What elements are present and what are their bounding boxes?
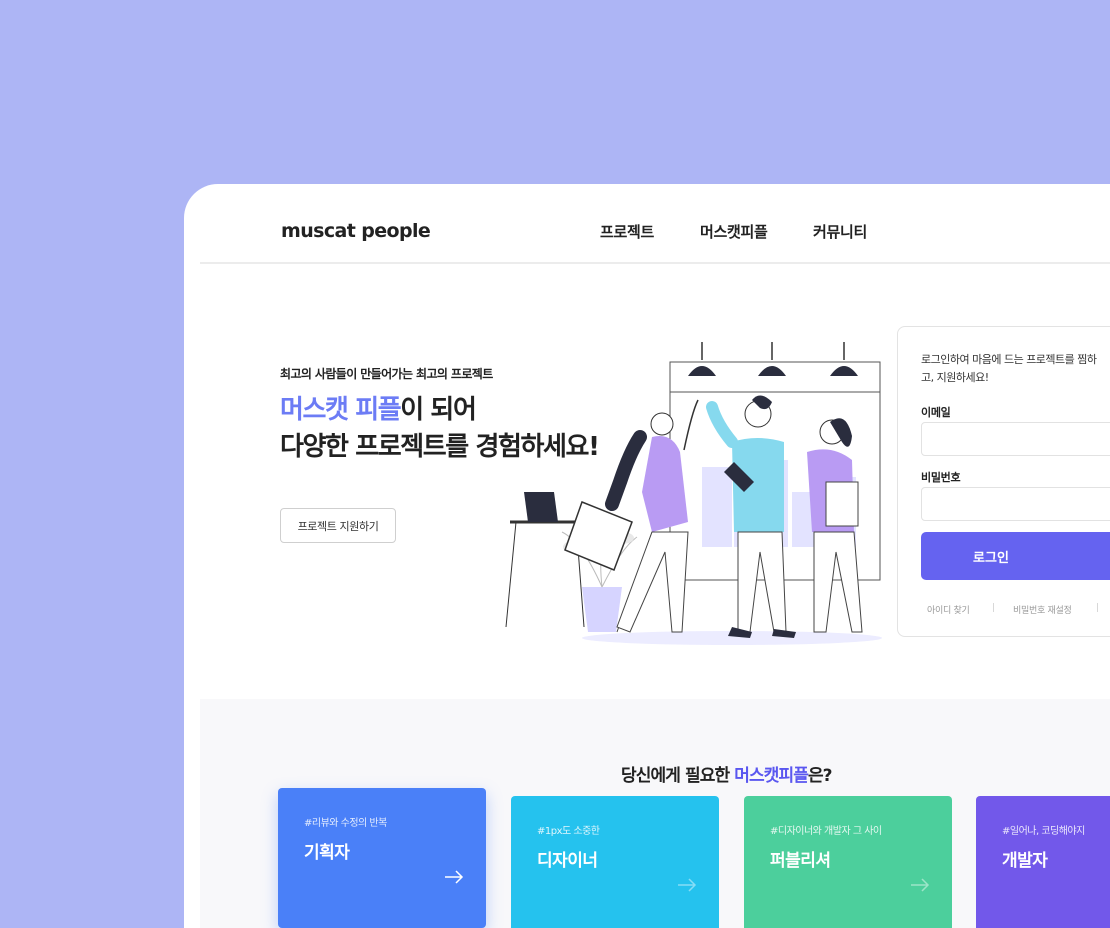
link-separator: | (1096, 603, 1100, 613)
headline-accent: 머스캣 피플 (280, 395, 402, 425)
password-field[interactable] (921, 487, 1110, 521)
team-high-five-illustration (505, 342, 882, 645)
nav-item-projects[interactable]: 프로젝트 (600, 221, 654, 242)
roles-section-title: 당신에게 필요한 머스캣피플은? (621, 761, 833, 786)
role-name: 개발자 (1002, 851, 1048, 871)
role-tag: #일어나, 코딩해야지 (1002, 826, 1085, 837)
role-card-designer[interactable]: #1px도 소중한 디자이너 (511, 796, 719, 928)
nav-item-community[interactable]: 커뮤니티 (813, 221, 867, 242)
logo[interactable]: muscat people (281, 220, 431, 242)
roles-title-accent: 머스캣피플 (734, 766, 809, 786)
role-name: 디자이너 (537, 851, 598, 871)
role-tag: #디자이너와 개발자 그 사이 (770, 826, 882, 837)
role-name: 퍼블리셔 (770, 851, 831, 871)
nav-item-muscat-people[interactable]: 머스캣피플 (700, 221, 768, 242)
password-label: 비밀번호 (921, 471, 961, 484)
roles-title-prefix: 당신에게 필요한 (621, 766, 730, 786)
role-tag: #1px도 소중한 (537, 826, 600, 837)
role-card-planner[interactable]: #리뷰와 수정의 반복 기획자 (278, 788, 486, 928)
top-navigation: muscat people 프로젝트 머스캣피플 커뮤니티 (200, 184, 1110, 264)
role-card-developer[interactable]: #일어나, 코딩해야지 개발자 (976, 796, 1110, 928)
find-id-link[interactable]: 아이디 찾기 (927, 603, 970, 616)
role-tag: #리뷰와 수정의 반복 (304, 818, 387, 829)
roles-section: 당신에게 필요한 머스캣피플은? #리뷰와 수정의 반복 기획자 #1px도 소… (200, 699, 1110, 928)
role-card-publisher[interactable]: #디자이너와 개발자 그 사이 퍼블리셔 (744, 796, 952, 928)
login-card: 로그인하여 마음에 드는 프로젝트를 찜하고, 지원하세요! 이메일 비밀번호 … (897, 326, 1110, 637)
apply-project-button[interactable]: 프로젝트 지원하기 (280, 508, 396, 543)
email-label: 이메일 (921, 406, 951, 419)
link-separator: | (992, 603, 996, 613)
roles-title-suffix: 은? (807, 766, 833, 786)
reset-password-link[interactable]: 비밀번호 재설정 (1013, 603, 1072, 616)
arrow-right-icon (911, 878, 930, 892)
email-field[interactable] (921, 422, 1110, 456)
arrow-right-icon (678, 878, 697, 892)
login-button[interactable]: 로그인 (921, 532, 1110, 580)
headline-rest: 이 되어 (400, 395, 477, 425)
login-intro: 로그인하여 마음에 드는 프로젝트를 찜하고, 지원하세요! (921, 353, 1097, 384)
arrow-right-icon (445, 870, 464, 884)
role-name: 기획자 (304, 843, 350, 863)
hero-eyebrow: 최고의 사람들이 만들어가는 최고의 프로젝트 (280, 367, 493, 381)
browser-window: muscat people 프로젝트 머스캣피플 커뮤니티 최고의 사람들이 만… (184, 184, 1110, 928)
